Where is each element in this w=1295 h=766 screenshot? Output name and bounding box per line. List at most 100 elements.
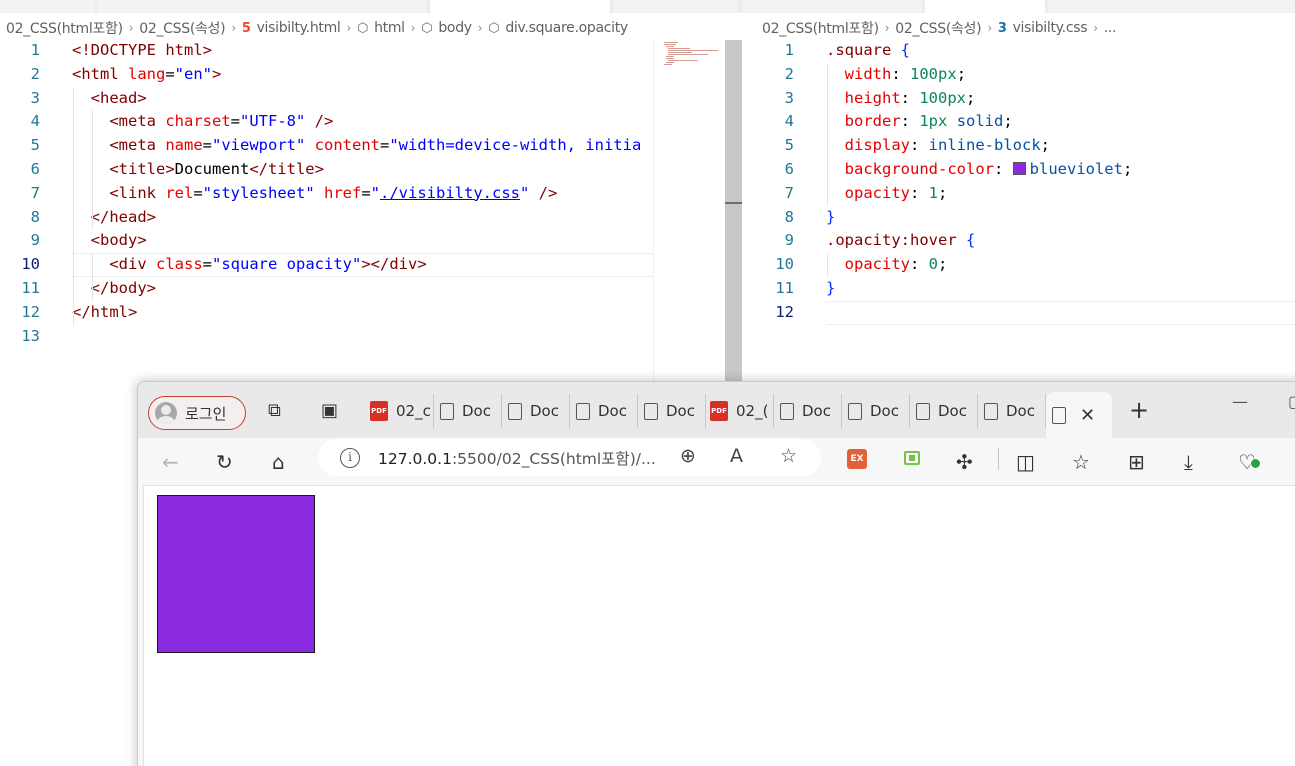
browser-tab[interactable]: Doc (842, 394, 910, 428)
element-cube-icon: ⬡ (488, 20, 500, 36)
code-line[interactable]: 13 (0, 325, 742, 349)
breadcrumb-more[interactable]: ... (1104, 20, 1117, 36)
url-text[interactable]: 127.0.0.1:5500/02_CSS(html포함)/... (378, 447, 656, 469)
breadcrumb-element[interactable]: body (438, 20, 472, 36)
code-text: opacity: 1; (844, 183, 948, 202)
code-line[interactable]: 3 height: 100px; (742, 87, 1295, 111)
browser-tab[interactable]: Doc (434, 394, 502, 428)
browser-tab[interactable]: Doc (978, 394, 1046, 428)
code-area[interactable]: 1 <!DOCTYPE html> 2 <html lang="en"> 3 <head… (0, 39, 742, 348)
chevron-right-icon: › (410, 21, 416, 35)
minimap[interactable] (653, 40, 725, 393)
document-icon (780, 402, 794, 420)
favorite-star-icon[interactable]: ☆ (780, 445, 797, 467)
code-line[interactable]: 1 <!DOCTYPE html> (0, 39, 742, 63)
code-line[interactable]: 9 <body> (0, 229, 742, 253)
code-line[interactable]: 8 </head> (0, 206, 742, 230)
browser-tab[interactable]: Doc (502, 394, 570, 428)
code-line[interactable]: 2 <html lang="en"> (0, 63, 742, 87)
code-line[interactable]: 4 border: 1px solid; (742, 110, 1295, 134)
line-number: 6 (784, 159, 794, 178)
info-icon[interactable]: i (340, 447, 360, 468)
editor-tab[interactable] (0, 0, 95, 13)
extension-ex-icon[interactable]: EX (847, 449, 867, 469)
page-viewport[interactable] (143, 485, 1295, 766)
breadcrumb-folder[interactable]: 02_CSS(속성) (139, 18, 225, 38)
line-number: 5 (784, 136, 794, 155)
browser-tab[interactable]: Doc (638, 394, 706, 428)
editor-tab[interactable] (97, 0, 427, 13)
code-line[interactable]: 2 width: 100px; (742, 63, 1295, 87)
code-text: } (826, 278, 836, 297)
code-line[interactable]: 9 .opacity:hover { (742, 229, 1295, 253)
code-line[interactable]: 5 <meta name="viewport" content="width=d… (0, 134, 742, 158)
breadcrumb-file[interactable]: visibilty.html (257, 20, 341, 36)
breadcrumb-folder[interactable]: 02_CSS(html포함) (6, 18, 123, 38)
code-line[interactable]: 11 </body> (0, 277, 742, 301)
address-bar[interactable]: i 127.0.0.1:5500/02_CSS(html포함)/... ⊕ A … (318, 439, 821, 476)
document-icon (848, 402, 862, 420)
vertical-scrollbar[interactable] (725, 40, 742, 393)
profile-login-button[interactable]: 로그인 (148, 396, 246, 430)
breadcrumb-element[interactable]: html (374, 20, 405, 36)
editor-tab[interactable] (1048, 0, 1295, 13)
code-line[interactable]: 10 <div class="square opacity"></div> (0, 253, 742, 277)
extensions-puzzle-icon[interactable]: ✣ (956, 449, 973, 475)
new-tab-button[interactable]: + (1129, 396, 1149, 424)
code-line[interactable]: 6 background-color: blueviolet; (742, 158, 1295, 182)
code-line[interactable]: 1 .square { (742, 39, 1295, 63)
breadcrumb-file[interactable]: visibilty.css (1013, 20, 1088, 36)
line-number: 4 (784, 112, 794, 131)
code-area[interactable]: 1 .square {2 width: 100px; 3 height: 100px… (742, 39, 1295, 325)
browser-tab[interactable]: PDF 02_( (706, 394, 774, 428)
editor-tab-active[interactable] (430, 0, 610, 13)
browser-tab[interactable]: Doc (774, 394, 842, 428)
tab-actions-icon[interactable]: ▣ (321, 400, 338, 422)
editor-tab[interactable] (613, 0, 738, 13)
favorites-icon[interactable]: ☆ (1072, 449, 1090, 475)
browser-tab-label: Doc (1006, 402, 1035, 420)
editor-tab-active[interactable] (925, 0, 1045, 13)
workspaces-icon[interactable]: ⧉ (268, 400, 281, 422)
minimize-icon[interactable]: — (1232, 392, 1248, 411)
back-arrow-icon[interactable]: ← (162, 449, 179, 475)
browser-tab-active[interactable]: ✕ (1046, 392, 1112, 438)
browser-tab[interactable]: PDF 02_c (366, 394, 434, 428)
code-line[interactable]: 6 <title>Document</title> (0, 158, 742, 182)
breadcrumb-element[interactable]: div.square.opacity (505, 20, 628, 36)
maximize-icon[interactable]: ▢ (1288, 392, 1295, 411)
refresh-icon[interactable]: ↻ (216, 449, 233, 475)
zoom-icon[interactable]: ⊕ (680, 445, 696, 467)
line-number: 9 (30, 231, 40, 250)
color-swatch[interactable] (1012, 161, 1026, 175)
browser-window[interactable]: 로그인 ⧉ ▣ PDF 02_c Doc Doc Doc Doc PDF 02_(Doc Doc… (137, 381, 1295, 766)
browser-tab[interactable]: Doc (910, 394, 978, 428)
code-line[interactable]: 7 <link rel="stylesheet" href="./visibil… (0, 182, 742, 206)
html-editor-pane[interactable]: 02_CSS(html포함) › 02_CSS(속성) › 5 visibilt… (0, 13, 742, 393)
code-line[interactable]: 7 opacity: 1; (742, 182, 1295, 206)
editor-tab[interactable] (742, 0, 922, 13)
line-number: 11 (21, 278, 40, 297)
code-line[interactable]: 8} (742, 206, 1295, 230)
split-screen-icon[interactable]: ◫ (1016, 449, 1035, 475)
code-line[interactable]: 4 <meta charset="UTF-8" /> (0, 110, 742, 134)
line-number: 6 (30, 159, 40, 178)
code-line[interactable]: 5 display: inline-block; (742, 134, 1295, 158)
collections-icon[interactable]: ⊞ (1128, 449, 1145, 475)
purple-square[interactable] (157, 495, 315, 653)
css-editor-pane[interactable]: 02_CSS(html포함) › 02_CSS(속성) › 3 visibilt… (742, 13, 1295, 393)
line-number: 9 (784, 231, 794, 250)
code-line[interactable]: 10 opacity: 0; (742, 253, 1295, 277)
code-line[interactable]: 11} (742, 277, 1295, 301)
breadcrumb-folder[interactable]: 02_CSS(속성) (895, 18, 981, 38)
browser-tab[interactable]: Doc (570, 394, 638, 428)
extension-screen-icon[interactable] (904, 451, 920, 465)
close-icon[interactable]: ✕ (1080, 405, 1095, 426)
code-line[interactable]: 12 (742, 300, 1295, 325)
home-icon[interactable]: ⌂ (272, 449, 285, 475)
breadcrumb-folder[interactable]: 02_CSS(html포함) (762, 18, 879, 38)
downloads-icon[interactable]: ⤓ (1184, 449, 1193, 475)
read-aloud-icon[interactable]: A (730, 445, 743, 467)
code-line[interactable]: 3 <head> (0, 87, 742, 111)
code-line[interactable]: 12 </html> (0, 301, 742, 325)
